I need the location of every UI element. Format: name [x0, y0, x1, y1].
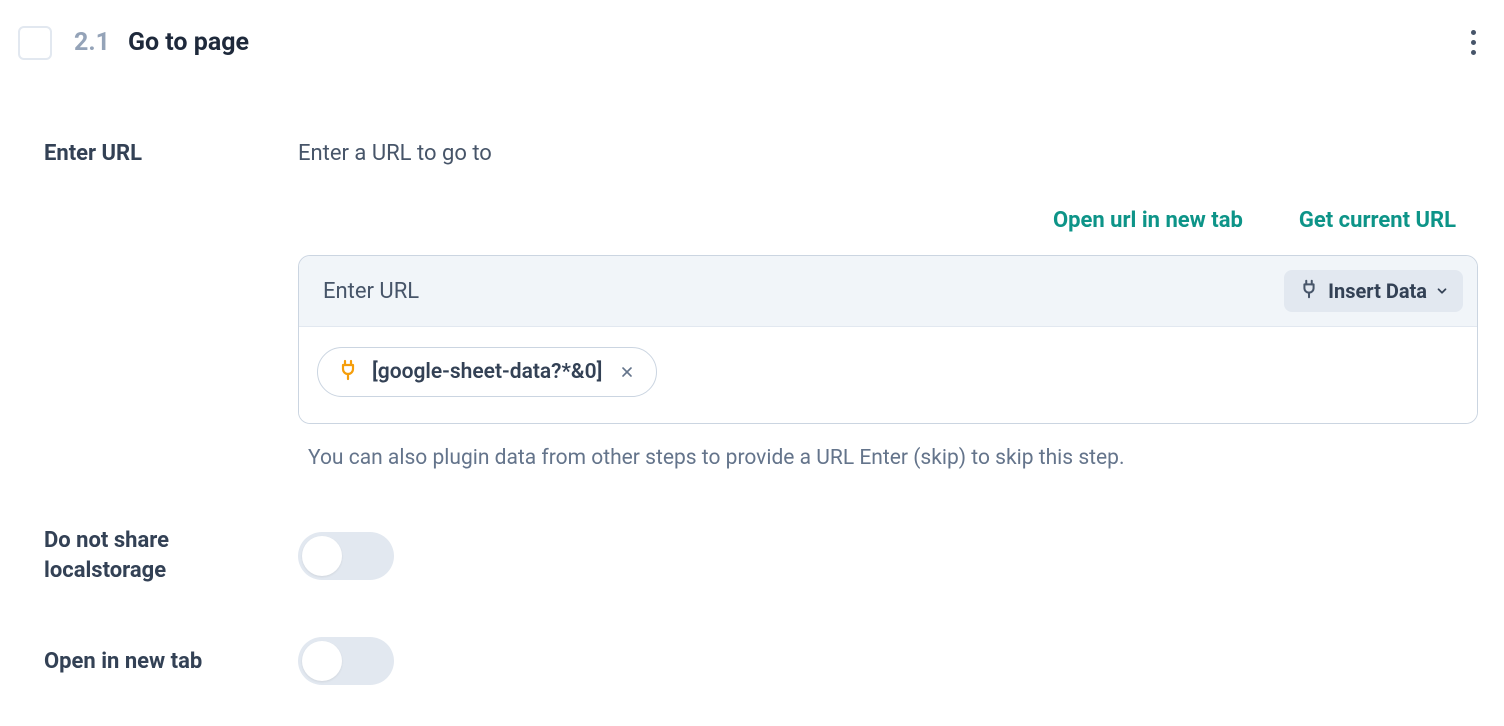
url-section: Enter URL Enter a URL to go to Open url …: [18, 141, 1482, 526]
step-header: 2.1 Go to page: [18, 24, 1482, 61]
toggle-knob: [302, 536, 342, 576]
toggle-knob: [302, 641, 342, 681]
plug-icon: [1298, 278, 1320, 304]
chevron-down-icon: [1435, 284, 1449, 298]
url-help-text: You can also plugin data from other step…: [298, 446, 1478, 470]
url-input-box: Enter URL Insert Data: [298, 255, 1478, 424]
url-input-body[interactable]: [google-sheet-data?*&0]: [299, 327, 1477, 423]
plug-icon: [336, 358, 360, 386]
no-share-localstorage-label: Do not share localstorage: [44, 526, 268, 585]
data-chip[interactable]: [google-sheet-data?*&0]: [317, 347, 657, 397]
more-menu-button[interactable]: [1465, 24, 1482, 61]
toggle-row-localstorage: Do not share localstorage: [18, 526, 1482, 585]
no-share-localstorage-toggle[interactable]: [298, 532, 394, 580]
step-number: 2.1: [74, 28, 110, 57]
url-input-header: Enter URL Insert Data: [299, 256, 1477, 327]
step-header-left: 2.1 Go to page: [18, 26, 249, 60]
open-new-tab-label: Open in new tab: [44, 647, 268, 677]
enter-url-label: Enter URL: [44, 141, 268, 166]
step-checkbox[interactable]: [18, 26, 52, 60]
url-input-title: Enter URL: [323, 279, 419, 304]
insert-data-button[interactable]: Insert Data: [1284, 270, 1463, 312]
enter-url-description: Enter a URL to go to: [298, 141, 1478, 166]
step-title: Go to page: [128, 28, 249, 57]
get-current-url-link[interactable]: Get current URL: [1299, 208, 1456, 233]
open-new-tab-toggle[interactable]: [298, 637, 394, 685]
chip-remove-button[interactable]: [618, 363, 636, 381]
insert-data-label: Insert Data: [1328, 279, 1427, 303]
url-action-links: Open url in new tab Get current URL: [298, 208, 1478, 233]
open-url-new-tab-link[interactable]: Open url in new tab: [1053, 208, 1243, 233]
data-chip-label: [google-sheet-data?*&0]: [372, 360, 602, 384]
toggle-row-newtab: Open in new tab: [18, 637, 1482, 685]
